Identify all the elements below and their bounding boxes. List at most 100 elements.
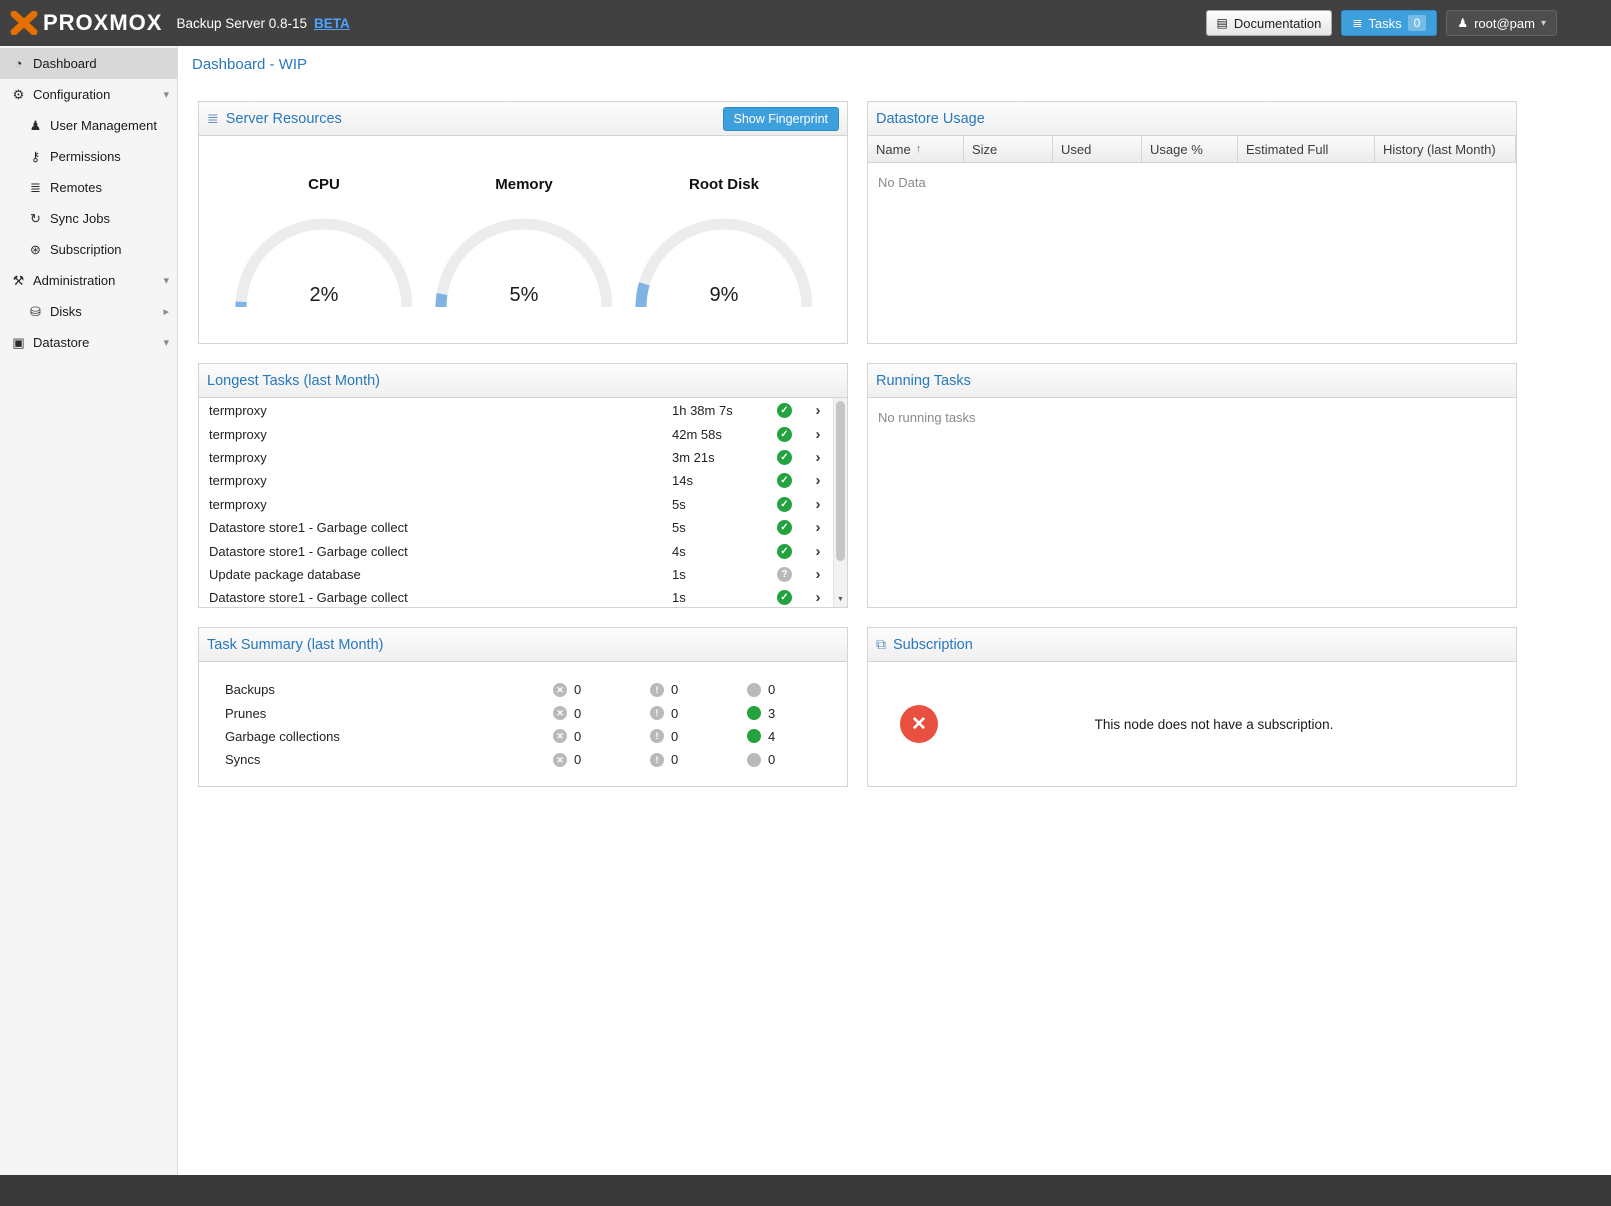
sidebar-item-remotes[interactable]: ≣ Remotes xyxy=(0,172,177,203)
user-name: root@pam xyxy=(1474,16,1535,31)
bottom-bar xyxy=(0,1175,1611,1206)
caret-right-icon: ▸ xyxy=(163,305,169,318)
task-row[interactable]: Datastore store1 - Garbage collect 4s ✓ … xyxy=(199,539,832,562)
page-title: Dashboard - WIP xyxy=(192,56,307,73)
usage-gauge-cpu: CPU 2% xyxy=(224,136,424,313)
no-data-message: No Data xyxy=(868,163,1516,202)
scrollbar-thumb[interactable] xyxy=(836,401,845,561)
user-icon: ♟ xyxy=(1457,16,1468,30)
subscription-message: This node does not have a subscription. xyxy=(938,717,1490,732)
ok-count-cell: 3 xyxy=(747,706,844,721)
beta-link[interactable]: BETA xyxy=(314,16,350,31)
warning-count-cell: ! 0 xyxy=(650,706,747,721)
user-menu-button[interactable]: ♟ root@pam ▾ xyxy=(1446,10,1557,36)
documentation-button[interactable]: ▤ Documentation xyxy=(1206,10,1333,36)
ok-gray-icon xyxy=(747,753,761,767)
datastore-icon: ▣ xyxy=(10,335,27,351)
sidebar-item-dashboard[interactable]: ◔ Dashboard xyxy=(0,48,177,79)
task-row[interactable]: termproxy 3m 21s ✓ › xyxy=(199,446,832,469)
gauge-value: 5% xyxy=(424,284,624,307)
summary-row-garbage-collections[interactable]: Garbage collections ✕ 0 ! 0 xyxy=(225,725,847,748)
server-resources-body: CPU 2% Memory xyxy=(199,136,847,343)
key-icon: ⚷ xyxy=(27,149,44,165)
longest-tasks-panel: Longest Tasks (last Month) termproxy 1h … xyxy=(198,363,848,608)
column-header-history-last-month[interactable]: History (last Month) xyxy=(1375,136,1516,162)
ok-icon: ✓ xyxy=(777,544,792,559)
scrollbar[interactable]: ▼ xyxy=(833,398,847,607)
gauge-value: 9% xyxy=(624,284,824,307)
ok-green-icon xyxy=(747,706,761,720)
column-header-used[interactable]: Used xyxy=(1053,136,1142,162)
chevron-right-icon[interactable]: › xyxy=(804,472,832,489)
task-row[interactable]: termproxy 42m 58s ✓ › xyxy=(199,422,832,445)
sidebar-item-administration[interactable]: ⚒ Administration ▾ xyxy=(0,265,177,296)
column-header-estimated-full[interactable]: Estimated Full xyxy=(1238,136,1375,162)
longest-tasks-body: termproxy 1h 38m 7s ✓ › termproxy 42m 58… xyxy=(199,398,847,607)
disks-icon: ⛁ xyxy=(27,304,44,320)
sidebar-item-disks[interactable]: ⛁ Disks ▸ xyxy=(0,296,177,327)
ok-icon: ✓ xyxy=(777,590,792,605)
task-row[interactable]: termproxy 5s ✓ › xyxy=(199,493,832,516)
tasks-button[interactable]: ≣ Tasks 0 xyxy=(1341,10,1437,36)
tasks-count-badge: 0 xyxy=(1408,15,1427,31)
proxmox-logo-icon xyxy=(10,11,38,35)
chevron-right-icon[interactable]: › xyxy=(804,496,832,513)
column-header-name[interactable]: Name ↑ xyxy=(868,136,964,162)
datastore-table-header: Name ↑ Size Used xyxy=(868,136,1516,163)
chevron-right-icon[interactable]: › xyxy=(804,426,832,443)
show-fingerprint-button[interactable]: Show Fingerprint xyxy=(723,107,840,131)
chevron-right-icon[interactable]: › xyxy=(804,519,832,536)
scroll-down-icon[interactable]: ▼ xyxy=(834,593,847,607)
sidebar-item-user-management[interactable]: ♟ User Management xyxy=(0,110,177,141)
chevron-right-icon[interactable]: › xyxy=(804,449,832,466)
chevron-right-icon[interactable]: › xyxy=(804,543,832,560)
gauge-value: 2% xyxy=(224,284,424,307)
sidebar-item-permissions[interactable]: ⚷ Permissions xyxy=(0,141,177,172)
chevron-right-icon[interactable]: › xyxy=(804,589,832,606)
sidebar-item-datastore[interactable]: ▣ Datastore ▾ xyxy=(0,327,177,358)
summary-row-backups[interactable]: Backups ✕ 0 ! 0 xyxy=(225,678,847,701)
ok-count: 4 xyxy=(768,729,775,744)
warning-icon: ! xyxy=(650,753,664,767)
brand-wordmark: PROXMOX xyxy=(43,10,162,36)
product-subtitle: Backup Server 0.8-15 xyxy=(176,16,307,31)
warning-icon: ! xyxy=(650,729,664,743)
column-header-usage[interactable]: Usage % xyxy=(1142,136,1238,162)
task-row[interactable]: Update package database 1s ? › xyxy=(199,563,832,586)
gauge-label: Root Disk xyxy=(624,176,824,193)
summary-row-prunes[interactable]: Prunes ✕ 0 ! 0 xyxy=(225,701,847,724)
task-row[interactable]: termproxy 14s ✓ › xyxy=(199,469,832,492)
summary-row-syncs[interactable]: Syncs ✕ 0 ! 0 xyxy=(225,748,847,771)
topbar-actions: ▤ Documentation ≣ Tasks 0 ♟ root@pam ▾ xyxy=(1206,10,1557,36)
content: Dashboard - WIP ≣ Server Resources Show … xyxy=(178,46,1611,1175)
datastore-usage-body: Name ↑ Size Used xyxy=(868,136,1516,343)
subscription-title: Subscription xyxy=(893,637,973,653)
ok-gray-icon xyxy=(747,683,761,697)
task-row[interactable]: termproxy 1h 38m 7s ✓ › xyxy=(199,399,832,422)
warning-count-cell: ! 0 xyxy=(650,682,747,697)
warning-count: 0 xyxy=(671,706,678,721)
sidebar-item-sync-jobs[interactable]: ↻ Sync Jobs xyxy=(0,203,177,234)
no-running-tasks-message: No running tasks xyxy=(868,398,1516,437)
server-icon: ≣ xyxy=(27,180,44,196)
gauges: CPU 2% Memory xyxy=(199,136,847,313)
ok-count-cell: 0 xyxy=(747,682,844,697)
usage-gauge-memory: Memory 5% xyxy=(424,136,624,313)
summary-rows: Backups ✕ 0 ! 0 xyxy=(199,662,847,772)
sidebar-item-subscription[interactable]: ⊛ Subscription xyxy=(0,234,177,265)
running-tasks-body: No running tasks xyxy=(868,398,1516,607)
ok-count: 3 xyxy=(768,706,775,721)
column-header-size[interactable]: Size xyxy=(964,136,1053,162)
task-row[interactable]: Datastore store1 - Garbage collect 1s ✓ … xyxy=(199,586,832,607)
list-icon: ≣ xyxy=(1352,16,1362,30)
ok-count: 0 xyxy=(768,682,775,697)
panels-grid: ≣ Server Resources Show Fingerprint CPU xyxy=(198,101,1611,787)
sync-icon: ↻ xyxy=(27,211,44,227)
chevron-right-icon[interactable]: › xyxy=(804,566,832,583)
ok-count-cell: 0 xyxy=(747,752,844,767)
task-row[interactable]: Datastore store1 - Garbage collect 5s ✓ … xyxy=(199,516,832,539)
user-icon: ♟ xyxy=(27,118,44,134)
chevron-right-icon[interactable]: › xyxy=(804,402,832,419)
sort-asc-icon: ↑ xyxy=(916,143,922,155)
sidebar-item-configuration[interactable]: ⚙ Configuration ▾ xyxy=(0,79,177,110)
